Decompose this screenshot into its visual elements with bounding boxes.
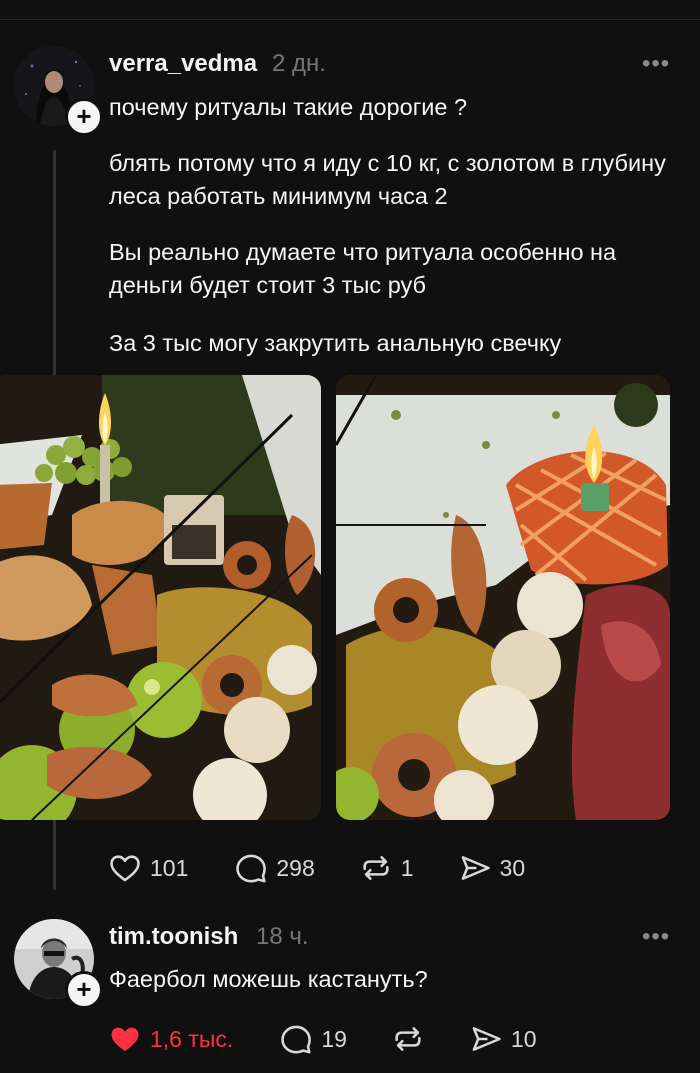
repost-count: 1: [400, 854, 414, 881]
reply-like-button[interactable]: 1,6 тыс.: [108, 1022, 233, 1056]
reply-actions: 1,6 тыс. 19 10: [108, 1019, 537, 1059]
send-icon: [461, 856, 490, 880]
reply-repost-button[interactable]: [391, 1022, 425, 1056]
follow-plus-icon[interactable]: +: [65, 98, 103, 136]
reply-follow-plus-icon[interactable]: +: [65, 971, 103, 1009]
repost-icon: [363, 856, 389, 880]
reply-text: Фаербол можешь кастануть?: [109, 966, 428, 992]
reply-like-count: 1,6 тыс.: [150, 1025, 234, 1052]
post-actions: 101 298 1 30: [108, 848, 525, 888]
send-icon: [472, 1027, 501, 1051]
share-count: 30: [499, 854, 526, 881]
comment-bubble-icon: [236, 854, 267, 883]
repost-button[interactable]: 1: [359, 851, 414, 885]
reply-comment-count: 19: [321, 1025, 347, 1052]
post-photo-2[interactable]: [336, 375, 670, 820]
reply-share-button[interactable]: 10: [469, 1022, 537, 1056]
like-count: 101: [150, 854, 189, 881]
reply-share-count: 10: [510, 1025, 537, 1052]
reply-username[interactable]: tim.toonish: [109, 923, 238, 951]
post-text-line-1: почему ритуалы такие дорогие ?: [109, 94, 468, 120]
post-text-paragraph-3: Вы реально думаете что ритуала особенно …: [109, 239, 617, 298]
comment-bubble-icon: [281, 1025, 312, 1054]
post-time: 2 дн.: [272, 50, 326, 77]
post-photo-1[interactable]: [0, 375, 321, 820]
comment-count: 298: [276, 854, 315, 881]
reply-more-dots-icon[interactable]: •••: [642, 923, 670, 951]
like-button[interactable]: 101: [108, 851, 188, 885]
post-text-paragraph-4: За 3 тыс могу закрутить анальную свечку: [109, 330, 562, 356]
heart-filled-icon: [111, 1027, 139, 1052]
top-divider: [0, 19, 700, 20]
share-button[interactable]: 30: [458, 851, 526, 885]
post-username[interactable]: verra_vedma: [109, 50, 257, 78]
heart-icon: [110, 855, 140, 882]
post-text-paragraph-2: блять потому что я иду с 10 кг, с золото…: [109, 150, 666, 209]
reply-time: 18 ч.: [256, 923, 309, 950]
comment-button[interactable]: 298: [234, 851, 315, 885]
more-dots-icon[interactable]: •••: [642, 50, 670, 78]
reply-comment-button[interactable]: 19: [279, 1022, 347, 1056]
repost-icon: [395, 1027, 421, 1051]
